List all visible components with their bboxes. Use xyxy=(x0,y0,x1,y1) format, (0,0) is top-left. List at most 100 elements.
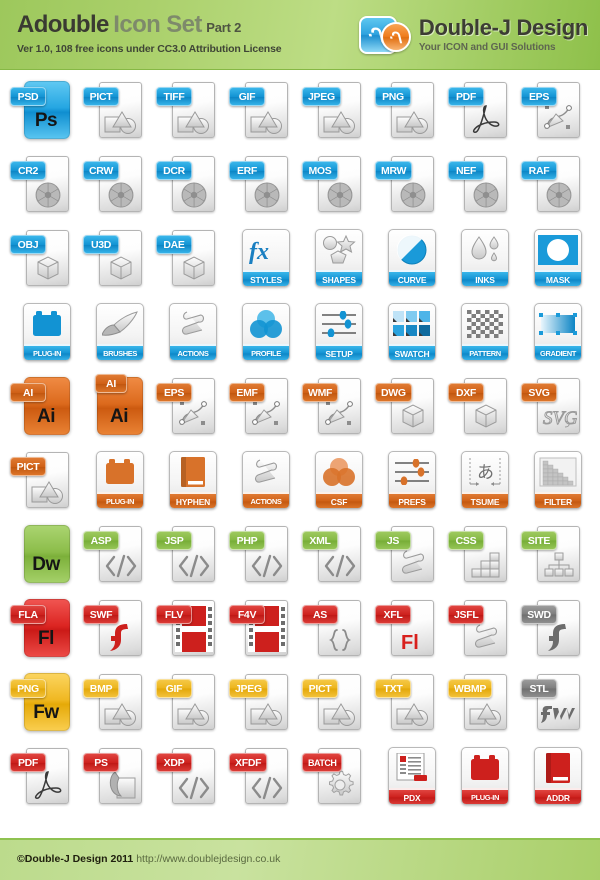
icon-cell[interactable]: Ps PSD xyxy=(8,76,81,150)
file-type-badge: OBJ xyxy=(10,235,46,254)
icon-cell[interactable]: CR2 xyxy=(8,150,81,224)
icon-cell[interactable]: WMF xyxy=(300,372,373,446)
icon-cell[interactable]: CSS xyxy=(446,520,519,594)
title-bold: Adouble xyxy=(17,11,109,38)
icon-cell[interactable]: EPS xyxy=(154,372,227,446)
icon-cell[interactable]: JS xyxy=(373,520,446,594)
icon-cell[interactable]: DWG xyxy=(373,372,446,446)
icon-cell[interactable]: JSFL xyxy=(446,594,519,668)
icon-cell[interactable]: PLUG-IN xyxy=(8,298,81,372)
icon-cell[interactable]: JPEG xyxy=(300,76,373,150)
icon-cell[interactable]: TIFF xyxy=(154,76,227,150)
icon-cell[interactable]: PICT xyxy=(300,668,373,742)
icon-cell[interactable]: EMF xyxy=(227,372,300,446)
icon-cell[interactable]: GIF xyxy=(227,76,300,150)
icon-cell[interactable]: GRADIENT xyxy=(519,298,592,372)
icon-cell[interactable]: XDP xyxy=(154,742,227,816)
icon-cell[interactable]: TXT xyxy=(373,668,446,742)
svg-text:SVG: SVG xyxy=(543,408,577,429)
icon-cell[interactable]: JSP xyxy=(154,520,227,594)
icon-cell[interactable]: XFDF xyxy=(227,742,300,816)
icon-cell[interactable]: Fl XFL xyxy=(373,594,446,668)
icon-cell[interactable]: CSF xyxy=(300,446,373,520)
icon-cell[interactable]: PDF xyxy=(446,76,519,150)
icon-cell[interactable]: DCR xyxy=(154,150,227,224)
footer-url[interactable]: http://www.doublejdesign.co.uk xyxy=(136,853,280,865)
file-type-badge: JPEG xyxy=(229,679,268,698)
icon-cell[interactable]: DAE xyxy=(154,224,227,298)
icon-cell[interactable]: あ TSUME xyxy=(446,446,519,520)
app-mono-label: Ai xyxy=(110,406,129,427)
icon-cell[interactable]: PICT xyxy=(8,446,81,520)
icon-cell[interactable]: CRW xyxy=(81,150,154,224)
icon-cell[interactable]: SETUP xyxy=(300,298,373,372)
icon-cell[interactable]: MOS xyxy=(300,150,373,224)
icon-cell[interactable]: PICT xyxy=(81,76,154,150)
icon-row: PDF PS XDP XFDF BATCH PDX PLUG-IN ADDR xyxy=(8,742,600,816)
icon-cell[interactable]: CURVE xyxy=(373,224,446,298)
icon-cell[interactable]: INKS xyxy=(446,224,519,298)
icon-cell[interactable]: ERF xyxy=(227,150,300,224)
icon-cell[interactable]: PLUG-IN xyxy=(81,446,154,520)
icon-cell[interactable]: PS xyxy=(81,742,154,816)
icon-cell[interactable]: PDF xyxy=(8,742,81,816)
icon-cell[interactable]: BATCH xyxy=(300,742,373,816)
logo-subtitle: Your ICON and GUI Solutions xyxy=(418,42,556,53)
icon-cell[interactable]: fx STYLES xyxy=(227,224,300,298)
icon-cell[interactable]: PROFILE xyxy=(227,298,300,372)
icon-cell[interactable]: BRUSHES xyxy=(81,298,154,372)
icon-cell[interactable]: AS xyxy=(300,594,373,668)
icon-cell[interactable]: FLV xyxy=(154,594,227,668)
icon-tile: あ TSUME xyxy=(461,451,509,509)
icon-cell[interactable]: ACTIONS xyxy=(154,298,227,372)
icon-cell[interactable]: SWATCH xyxy=(373,298,446,372)
curve-icon xyxy=(389,230,435,270)
file-type-badge: PDF xyxy=(10,753,46,772)
icon-cell[interactable]: PREFS xyxy=(373,446,446,520)
icon-cell[interactable]: Ai AI xyxy=(8,372,81,446)
icon-cell[interactable]: PHP xyxy=(227,520,300,594)
icon-cell[interactable]: FILTER xyxy=(519,446,592,520)
icon-cell[interactable]: PNG xyxy=(373,76,446,150)
icon-cell[interactable]: NEF xyxy=(446,150,519,224)
icon-label: PATTERN xyxy=(462,344,508,360)
file-type-badge: PSD xyxy=(10,87,46,106)
icon-cell[interactable]: PLUG-IN xyxy=(446,742,519,816)
page-title: Adouble Icon Set Part 2 xyxy=(17,13,281,37)
icon-cell[interactable]: SVG SVG xyxy=(519,372,592,446)
icon-cell[interactable]: ADDR xyxy=(519,742,592,816)
icon-cell[interactable]: SWF xyxy=(81,594,154,668)
icon-cell[interactable]: WBMP xyxy=(446,668,519,742)
icon-row: PICT PLUG-IN HYPHEN ACTIONS CSF PREFS あ … xyxy=(8,446,600,520)
icon-cell[interactable]: ACTIONS xyxy=(227,446,300,520)
file-type-badge: PHP xyxy=(229,531,265,550)
icon-cell[interactable]: OBJ xyxy=(8,224,81,298)
icon-cell[interactable]: JPEG xyxy=(227,668,300,742)
icon-cell[interactable]: Ai AI xyxy=(81,372,154,446)
brand-logo[interactable]: ᒕ ᒕ Double-J Design Your ICON and GUI So… xyxy=(358,15,588,54)
icon-cell[interactable]: PDX xyxy=(373,742,446,816)
icon-cell[interactable]: BMP xyxy=(81,668,154,742)
icon-cell[interactable]: MRW xyxy=(373,150,446,224)
file-type-badge: SITE xyxy=(521,531,557,550)
icon-cell[interactable]: HYPHEN xyxy=(154,446,227,520)
icon-cell[interactable]: Dw xyxy=(8,520,81,594)
icon-cell[interactable]: MASK xyxy=(519,224,592,298)
icon-cell[interactable]: U3D xyxy=(81,224,154,298)
icon-cell[interactable]: SWD xyxy=(519,594,592,668)
icon-cell[interactable]: DXF xyxy=(446,372,519,446)
icon-cell[interactable]: STL xyxy=(519,668,592,742)
icon-cell[interactable]: ASP xyxy=(81,520,154,594)
icon-cell[interactable]: Fw PNG xyxy=(8,668,81,742)
icon-cell[interactable]: PATTERN xyxy=(446,298,519,372)
icon-cell[interactable]: Fl FLA xyxy=(8,594,81,668)
icon-cell[interactable]: SITE xyxy=(519,520,592,594)
sliders-icon xyxy=(316,304,362,344)
icon-cell[interactable]: GIF xyxy=(154,668,227,742)
icon-cell[interactable]: EPS xyxy=(519,76,592,150)
icon-cell[interactable]: F4V xyxy=(227,594,300,668)
icon-cell[interactable]: SHAPES xyxy=(300,224,373,298)
icon-cell[interactable]: XML xyxy=(300,520,373,594)
icon-cell[interactable]: RAF xyxy=(519,150,592,224)
list-doc-icon xyxy=(389,748,435,788)
